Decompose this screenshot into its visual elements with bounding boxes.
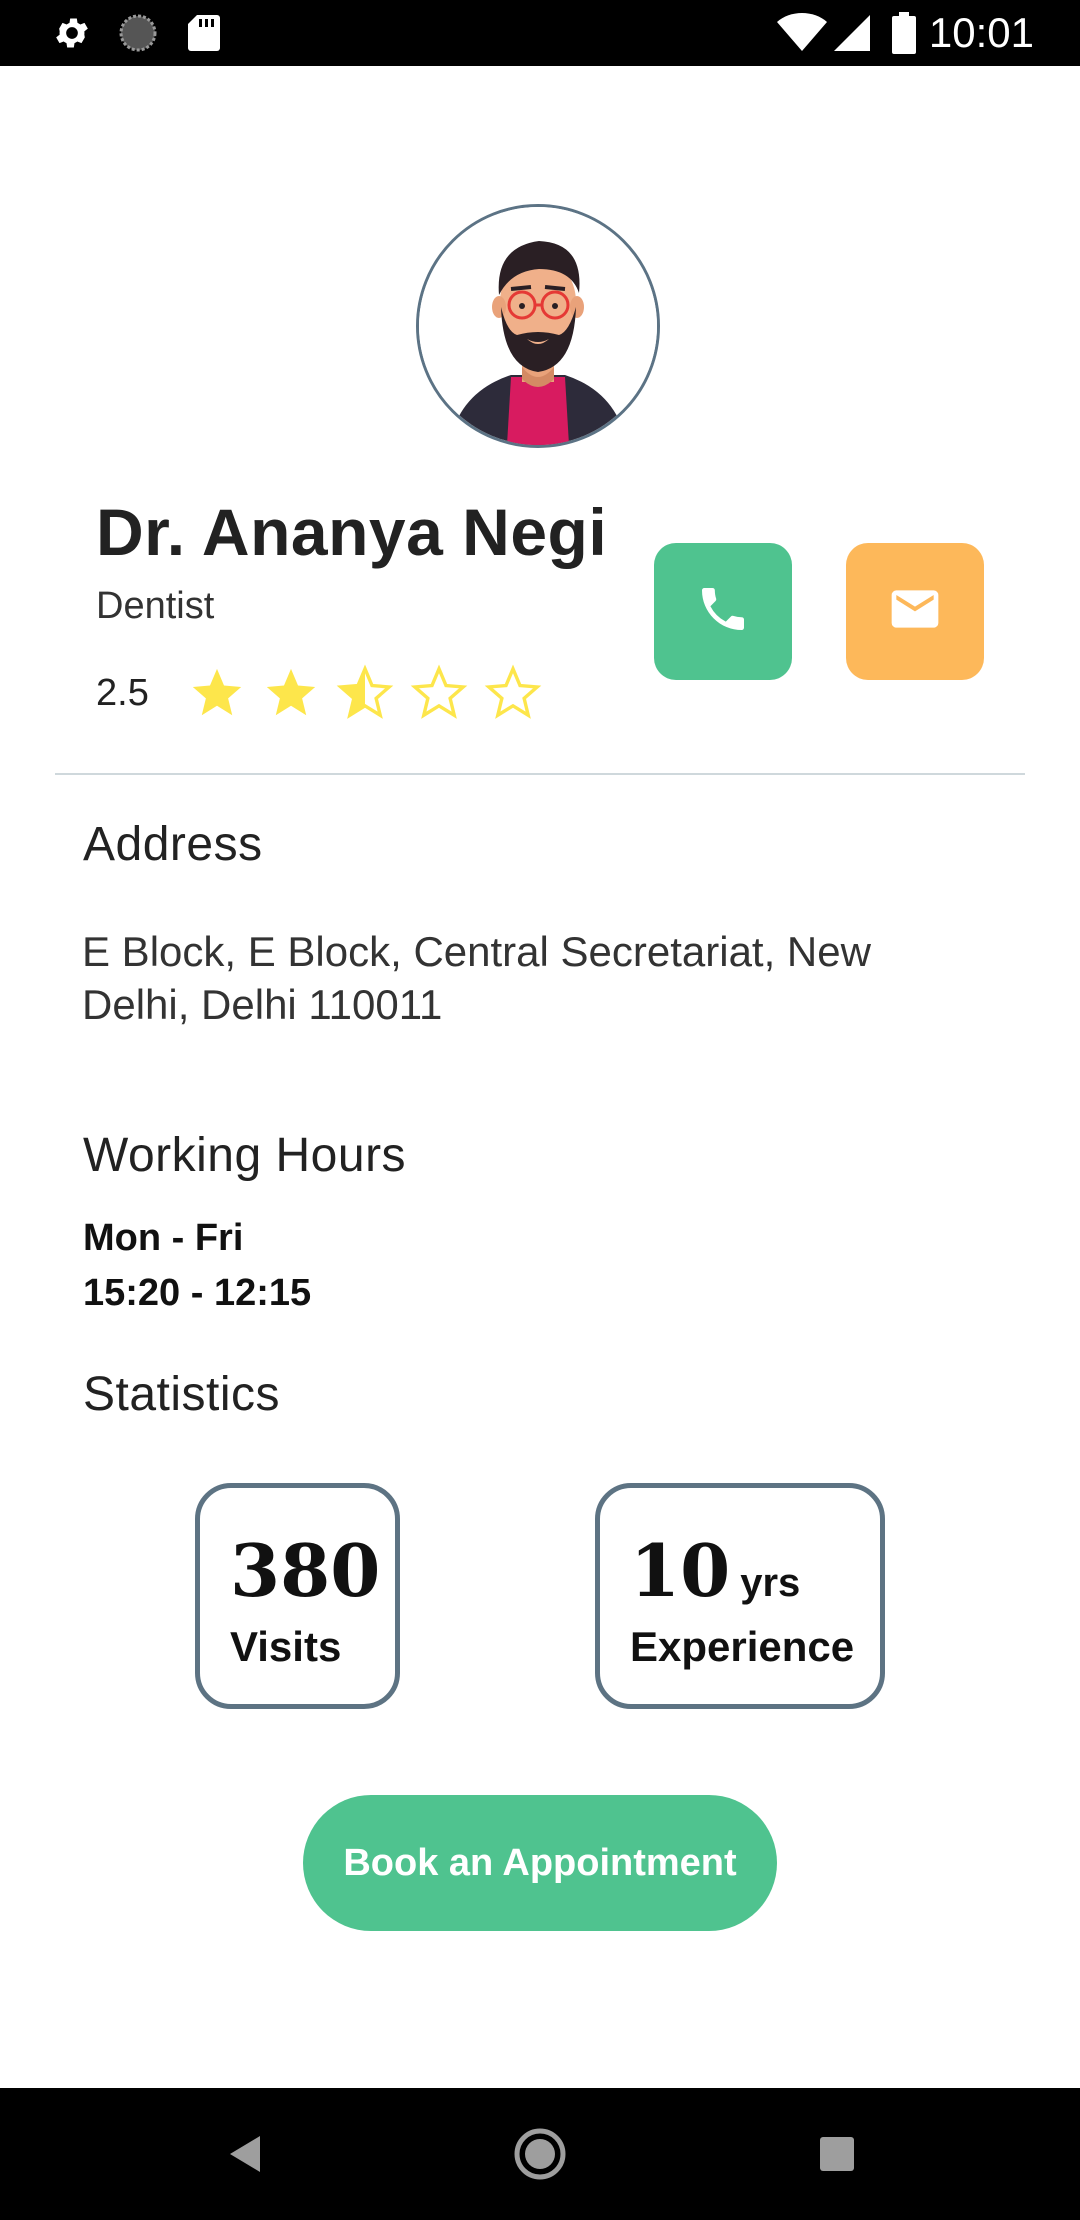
doctor-specialty: Dentist [96,585,215,627]
call-button[interactable] [654,543,792,680]
status-bar: 10:01 [0,0,1080,66]
doctor-avatar [416,204,660,448]
statistics-title: Statistics [83,1368,281,1421]
back-icon[interactable] [210,2088,280,2220]
home-icon[interactable] [508,2088,572,2220]
navigation-bar [0,2088,1080,2220]
mail-icon [887,581,943,642]
star-empty-icon [410,664,468,722]
star-full-icon [188,664,246,722]
recents-icon[interactable] [812,2088,862,2220]
doctor-name: Dr. Ananya Negi [96,495,608,569]
book-appointment-button[interactable]: Book an Appointment [303,1795,777,1931]
divider [55,773,1025,775]
visits-count: 380 [230,1528,381,1613]
visits-label: Visits [230,1623,342,1670]
experience-unit: yrs [740,1561,801,1605]
rating-value: 2.5 [96,672,149,714]
wifi-icon [774,0,830,66]
settings-icon [48,0,96,66]
signal-icon [832,0,872,66]
star-full-icon [262,664,320,722]
experience-card: 10 yrs Experience [595,1483,885,1709]
experience-value-group: 10 yrs [630,1528,800,1613]
working-days: Mon - Fri [83,1217,244,1259]
battery-icon [890,0,918,66]
status-time: 10:01 [928,9,1034,56]
working-time: 15:20 - 12:15 [83,1272,312,1314]
loading-icon [114,0,162,66]
visits-card: 380 Visits [195,1483,400,1709]
experience-label: Experience [630,1623,855,1670]
phone-icon [695,581,751,642]
address-text: E Block, E Block, Central Secretariat, N… [82,928,871,1028]
email-button[interactable] [846,543,984,680]
rating-stars [188,664,542,722]
sd-card-icon [184,0,224,66]
star-empty-icon [484,664,542,722]
address-title: Address [83,818,263,871]
experience-value: 10 [630,1528,731,1613]
star-half-icon [336,664,394,722]
working-hours-title: Working Hours [83,1129,407,1182]
